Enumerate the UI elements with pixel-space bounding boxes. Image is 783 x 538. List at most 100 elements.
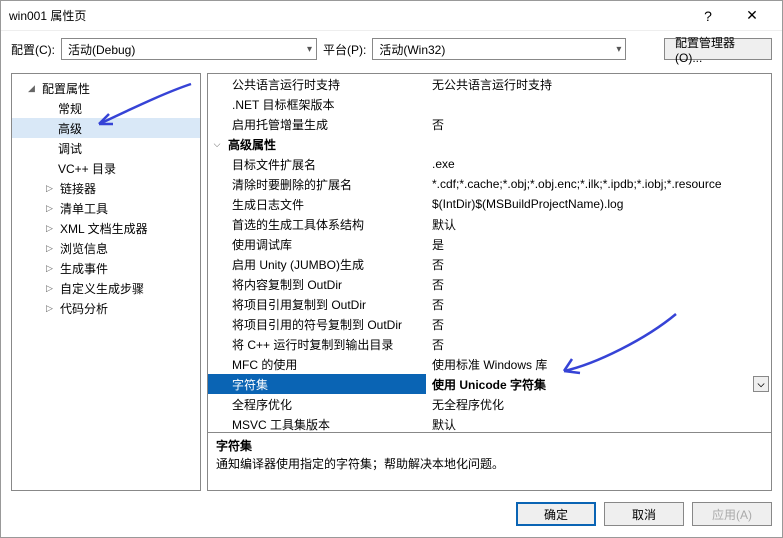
grid-row[interactable]: MFC 的使用使用标准 Windows 库 xyxy=(208,354,771,374)
grid-label: 全程序优化 xyxy=(226,394,426,414)
grid-label: 将项目引用复制到 OutDir xyxy=(226,294,426,314)
tree-item[interactable]: ▷浏览信息 xyxy=(12,238,200,258)
config-combobox[interactable]: 活动(Debug) ▾ xyxy=(61,38,317,60)
grid-value: 默认 xyxy=(426,414,771,433)
tree-item[interactable]: ▷ 链接器 xyxy=(12,178,200,198)
description-panel: 字符集 通知编译器使用指定的字符集；帮助解决本地化问题。 xyxy=(207,433,772,491)
tree-item-label: XML 文档生成器 xyxy=(60,220,148,237)
help-button[interactable]: ? xyxy=(686,1,730,31)
grid-row[interactable]: 字符集使用 Unicode 字符集⌵ xyxy=(208,374,771,394)
grid-label: MSVC 工具集版本 xyxy=(226,414,426,433)
apply-button[interactable]: 应用(A) xyxy=(692,502,772,526)
tree-item[interactable]: 调试 xyxy=(12,138,200,158)
expander-icon xyxy=(208,274,226,294)
grid-label: 使用调试库 xyxy=(226,234,426,254)
grid-label: 首选的生成工具体系结构 xyxy=(226,214,426,234)
expander-closed-icon: ▷ xyxy=(46,263,56,274)
dropdown-button[interactable]: ⌵ xyxy=(753,376,769,392)
grid-value: 无全程序优化 xyxy=(426,394,771,414)
grid-row[interactable]: 生成日志文件$(IntDir)$(MSBuildProjectName).log xyxy=(208,194,771,214)
tree-item-label: VC++ 目录 xyxy=(58,160,116,177)
expander-icon xyxy=(208,374,226,394)
grid-row[interactable]: 启用 Unity (JUMBO)生成否 xyxy=(208,254,771,274)
grid-row[interactable]: 将 C++ 运行时复制到输出目录否 xyxy=(208,334,771,354)
cancel-button[interactable]: 取消 xyxy=(604,502,684,526)
grid-value: 否 xyxy=(426,314,771,334)
expander-icon xyxy=(208,394,226,414)
tree-item-label: 自定义生成步骤 xyxy=(60,280,144,297)
grid-value: 无公共语言运行时支持 xyxy=(426,74,771,94)
expander-closed-icon: ▷ xyxy=(46,303,56,314)
grid-value: 否 xyxy=(426,274,771,294)
expander-icon xyxy=(208,94,226,114)
chevron-down-icon: ▾ xyxy=(616,44,621,55)
grid-value: 否 xyxy=(426,294,771,314)
expander-icon xyxy=(208,334,226,354)
grid-group[interactable]: ⌵高级属性 xyxy=(208,134,771,154)
expander-icon: ⌵ xyxy=(208,134,226,154)
grid-row[interactable]: .NET 目标框架版本 xyxy=(208,94,771,114)
property-page-window: win001 属性页 ? ✕ 配置(C): 活动(Debug) ▾ 平台(P):… xyxy=(0,0,783,538)
grid-row[interactable]: 清除时要删除的扩展名*.cdf;*.cache;*.obj;*.obj.enc;… xyxy=(208,174,771,194)
tree-item-label: 链接器 xyxy=(60,180,96,197)
grid-row[interactable]: 使用调试库是 xyxy=(208,234,771,254)
grid-value: 默认 xyxy=(426,214,771,234)
grid-label: 将项目引用的符号复制到 OutDir xyxy=(226,314,426,334)
tree-item[interactable]: ▷XML 文档生成器 xyxy=(12,218,200,238)
expander-icon xyxy=(208,254,226,274)
grid-row[interactable]: 首选的生成工具体系结构默认 xyxy=(208,214,771,234)
property-grid[interactable]: 公共语言运行时支持无公共语言运行时支持.NET 目标框架版本启用托管增量生成否⌵… xyxy=(207,73,772,433)
tree-root-label: 配置属性 xyxy=(42,80,90,97)
tree-root[interactable]: ◢ 配置属性 xyxy=(12,78,200,98)
grid-row[interactable]: MSVC 工具集版本默认 xyxy=(208,414,771,433)
toolbar: 配置(C): 活动(Debug) ▾ 平台(P): 活动(Win32) ▾ 配置… xyxy=(1,31,782,67)
config-value: 活动(Debug) xyxy=(68,41,135,58)
expander-closed-icon: ▷ xyxy=(46,203,56,214)
nav-tree[interactable]: ◢ 配置属性 常规高级调试VC++ 目录▷链接器▷清单工具▷XML 文档生成器▷… xyxy=(11,73,201,491)
chevron-down-icon: ▾ xyxy=(307,44,312,55)
tree-item[interactable]: 高级 xyxy=(12,118,200,138)
tree-item[interactable]: ▷ 清单工具 xyxy=(12,198,200,218)
close-button[interactable]: ✕ xyxy=(730,1,774,31)
grid-row[interactable]: 公共语言运行时支持无公共语言运行时支持 xyxy=(208,74,771,94)
grid-value[interactable]: 使用 Unicode 字符集⌵ xyxy=(426,374,771,394)
grid-label: 清除时要删除的扩展名 xyxy=(226,174,426,194)
expander-icon xyxy=(208,174,226,194)
grid-row[interactable]: 将内容复制到 OutDir否 xyxy=(208,274,771,294)
expander-icon xyxy=(208,74,226,94)
config-label: 配置(C): xyxy=(11,41,55,58)
description-text: 通知编译器使用指定的字符集；帮助解决本地化问题。 xyxy=(216,455,763,473)
tree-item[interactable]: 常规 xyxy=(12,98,200,118)
expander-icon xyxy=(208,154,226,174)
grid-label: 目标文件扩展名 xyxy=(226,154,426,174)
expander-open-icon: ◢ xyxy=(28,83,38,94)
expander-closed-icon: ▷ xyxy=(46,183,56,194)
grid-label: 生成日志文件 xyxy=(226,194,426,214)
grid-row[interactable]: 启用托管增量生成否 xyxy=(208,114,771,134)
grid-row[interactable]: 将项目引用的符号复制到 OutDir否 xyxy=(208,314,771,334)
grid-row[interactable]: 将项目引用复制到 OutDir否 xyxy=(208,294,771,314)
tree-item-label: 代码分析 xyxy=(60,300,108,317)
ok-button[interactable]: 确定 xyxy=(516,502,596,526)
grid-label: 将内容复制到 OutDir xyxy=(226,274,426,294)
expander-icon xyxy=(208,414,226,433)
grid-label: MFC 的使用 xyxy=(226,354,426,374)
tree-item[interactable]: ▷生成事件 xyxy=(12,258,200,278)
grid-label: 启用 Unity (JUMBO)生成 xyxy=(226,254,426,274)
platform-label: 平台(P): xyxy=(323,41,366,58)
grid-row[interactable]: 全程序优化无全程序优化 xyxy=(208,394,771,414)
expander-icon xyxy=(208,314,226,334)
expander-icon xyxy=(208,194,226,214)
grid-label: .NET 目标框架版本 xyxy=(226,94,426,114)
grid-value: .exe xyxy=(426,154,771,174)
tree-item[interactable]: ▷自定义生成步骤 xyxy=(12,278,200,298)
tree-item-label: 常规 xyxy=(58,100,82,117)
expander-icon xyxy=(208,354,226,374)
tree-item[interactable]: ▷ 代码分析 xyxy=(12,298,200,318)
tree-item-label: 清单工具 xyxy=(60,200,108,217)
config-manager-button[interactable]: 配置管理器(O)... xyxy=(664,38,772,60)
grid-row[interactable]: 目标文件扩展名.exe xyxy=(208,154,771,174)
platform-combobox[interactable]: 活动(Win32) ▾ xyxy=(372,38,626,60)
grid-value xyxy=(426,134,771,154)
tree-item[interactable]: VC++ 目录 xyxy=(12,158,200,178)
